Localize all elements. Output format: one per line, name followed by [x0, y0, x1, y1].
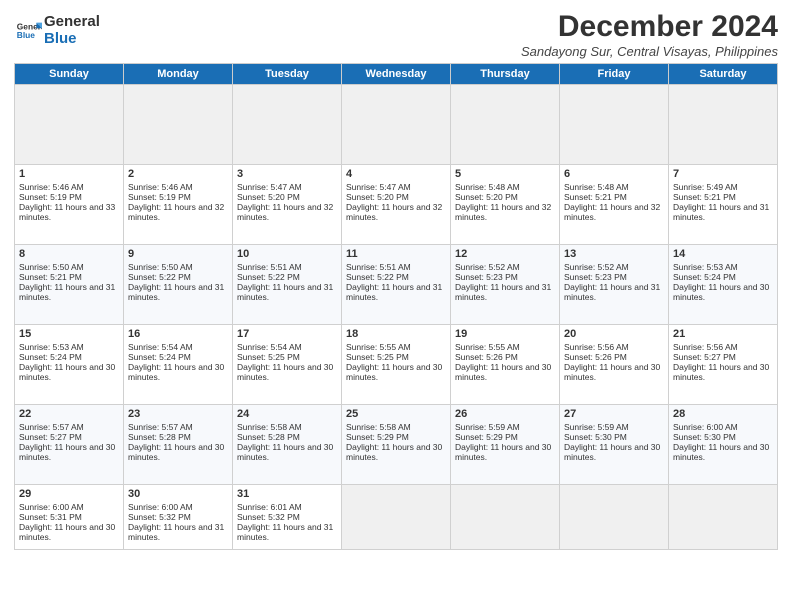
week-3: 8 Sunrise: 5:50 AMSunset: 5:21 PMDayligh…: [15, 245, 778, 325]
col-monday: Monday: [124, 64, 233, 85]
month-title: December 2024: [521, 10, 778, 44]
day-8: 8 Sunrise: 5:50 AMSunset: 5:21 PMDayligh…: [15, 245, 124, 325]
day-27: 27 Sunrise: 5:59 AMSunset: 5:30 PMDaylig…: [560, 405, 669, 485]
day-12: 12 Sunrise: 5:52 AMSunset: 5:23 PMDaylig…: [451, 245, 560, 325]
day-25: 25 Sunrise: 5:58 AMSunset: 5:29 PMDaylig…: [342, 405, 451, 485]
day-3: 3 Sunrise: 5:47 AMSunset: 5:20 PMDayligh…: [233, 165, 342, 245]
col-friday: Friday: [560, 64, 669, 85]
day-13: 13 Sunrise: 5:52 AMSunset: 5:23 PMDaylig…: [560, 245, 669, 325]
day-5: 5 Sunrise: 5:48 AMSunset: 5:20 PMDayligh…: [451, 165, 560, 245]
day-18: 18 Sunrise: 5:55 AMSunset: 5:25 PMDaylig…: [342, 325, 451, 405]
page: General Blue GeneralBlue December 2024 S…: [0, 0, 792, 612]
day-7: 7 Sunrise: 5:49 AMSunset: 5:21 PMDayligh…: [669, 165, 778, 245]
day-22: 22 Sunrise: 5:57 AMSunset: 5:27 PMDaylig…: [15, 405, 124, 485]
col-wednesday: Wednesday: [342, 64, 451, 85]
day-29: 29 Sunrise: 6:00 AMSunset: 5:31 PMDaylig…: [15, 485, 124, 550]
empty-cell: [451, 85, 560, 165]
day-15: 15 Sunrise: 5:53 AMSunset: 5:24 PMDaylig…: [15, 325, 124, 405]
empty-cell: [560, 485, 669, 550]
empty-cell: [560, 85, 669, 165]
day-19: 19 Sunrise: 5:55 AMSunset: 5:26 PMDaylig…: [451, 325, 560, 405]
empty-cell: [124, 85, 233, 165]
col-tuesday: Tuesday: [233, 64, 342, 85]
col-thursday: Thursday: [451, 64, 560, 85]
empty-cell: [669, 85, 778, 165]
empty-cell: [342, 85, 451, 165]
day-20: 20 Sunrise: 5:56 AMSunset: 5:26 PMDaylig…: [560, 325, 669, 405]
day-4: 4 Sunrise: 5:47 AMSunset: 5:20 PMDayligh…: [342, 165, 451, 245]
day-31: 31 Sunrise: 6:01 AMSunset: 5:32 PMDaylig…: [233, 485, 342, 550]
day-14: 14 Sunrise: 5:53 AMSunset: 5:24 PMDaylig…: [669, 245, 778, 325]
logo-icon: General Blue: [14, 17, 42, 45]
day-23: 23 Sunrise: 5:57 AMSunset: 5:28 PMDaylig…: [124, 405, 233, 485]
empty-cell: [451, 485, 560, 550]
location: Sandayong Sur, Central Visayas, Philippi…: [521, 44, 778, 59]
calendar: Sunday Monday Tuesday Wednesday Thursday…: [14, 63, 778, 550]
day-26: 26 Sunrise: 5:59 AMSunset: 5:29 PMDaylig…: [451, 405, 560, 485]
svg-text:Blue: Blue: [17, 30, 35, 40]
day-17: 17 Sunrise: 5:54 AMSunset: 5:25 PMDaylig…: [233, 325, 342, 405]
week-6: 29 Sunrise: 6:00 AMSunset: 5:31 PMDaylig…: [15, 485, 778, 550]
logo-text: GeneralBlue: [44, 14, 100, 47]
empty-cell: [669, 485, 778, 550]
day-28: 28 Sunrise: 6:00 AMSunset: 5:30 PMDaylig…: [669, 405, 778, 485]
header: General Blue GeneralBlue December 2024 S…: [14, 10, 778, 59]
day-16: 16 Sunrise: 5:54 AMSunset: 5:24 PMDaylig…: [124, 325, 233, 405]
day-24: 24 Sunrise: 5:58 AMSunset: 5:28 PMDaylig…: [233, 405, 342, 485]
col-saturday: Saturday: [669, 64, 778, 85]
empty-cell: [233, 85, 342, 165]
week-2: 1 Sunrise: 5:46 AMSunset: 5:19 PMDayligh…: [15, 165, 778, 245]
day-6: 6 Sunrise: 5:48 AMSunset: 5:21 PMDayligh…: [560, 165, 669, 245]
day-2: 2 Sunrise: 5:46 AMSunset: 5:19 PMDayligh…: [124, 165, 233, 245]
day-30: 30 Sunrise: 6:00 AMSunset: 5:32 PMDaylig…: [124, 485, 233, 550]
week-1: [15, 85, 778, 165]
col-sunday: Sunday: [15, 64, 124, 85]
week-5: 22 Sunrise: 5:57 AMSunset: 5:27 PMDaylig…: [15, 405, 778, 485]
day-9: 9 Sunrise: 5:50 AMSunset: 5:22 PMDayligh…: [124, 245, 233, 325]
day-11: 11 Sunrise: 5:51 AMSunset: 5:22 PMDaylig…: [342, 245, 451, 325]
empty-cell: [15, 85, 124, 165]
logo: General Blue GeneralBlue: [14, 14, 100, 47]
day-10: 10 Sunrise: 5:51 AMSunset: 5:22 PMDaylig…: [233, 245, 342, 325]
day-21: 21 Sunrise: 5:56 AMSunset: 5:27 PMDaylig…: [669, 325, 778, 405]
empty-cell: [342, 485, 451, 550]
week-4: 15 Sunrise: 5:53 AMSunset: 5:24 PMDaylig…: [15, 325, 778, 405]
day-1: 1 Sunrise: 5:46 AMSunset: 5:19 PMDayligh…: [15, 165, 124, 245]
title-block: December 2024 Sandayong Sur, Central Vis…: [521, 10, 778, 59]
